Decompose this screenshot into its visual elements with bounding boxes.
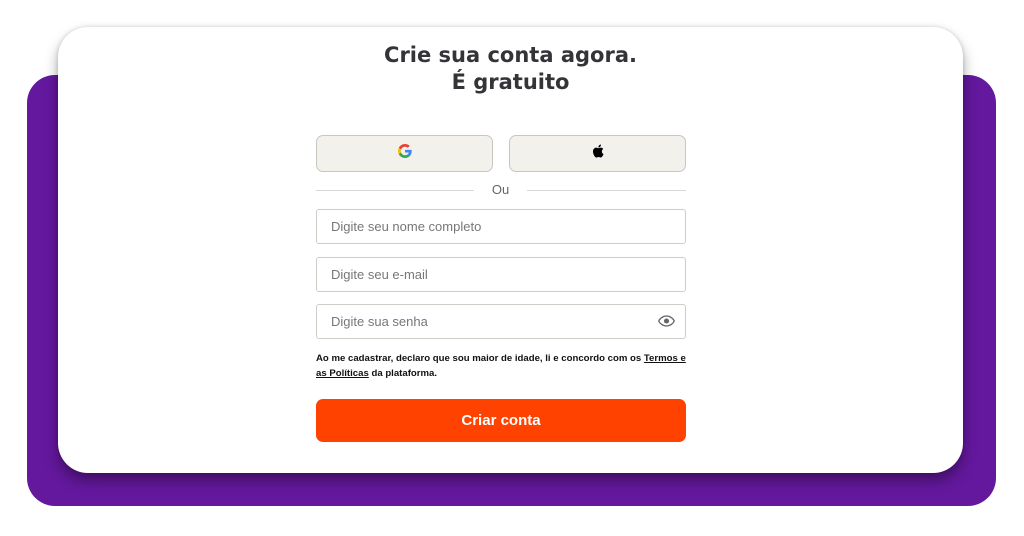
email-placeholder: Digite seu e-mail <box>331 267 428 282</box>
terms-notice: Ao me cadastrar, declaro que sou maior d… <box>316 351 688 381</box>
google-signin-button[interactable] <box>316 135 493 172</box>
terms-prefix: Ao me cadastrar, declaro que sou maior d… <box>316 353 644 364</box>
page-title-line1: Crie sua conta agora. <box>384 43 637 67</box>
divider-line-left <box>316 190 474 191</box>
divider-line-right <box>527 190 686 191</box>
password-field[interactable]: Digite sua senha <box>316 304 686 339</box>
page-title-line2: É gratuito <box>451 70 570 94</box>
signup-card: Crie sua conta agora. É gratuito Ou Digi… <box>58 27 963 473</box>
full-name-field[interactable]: Digite seu nome completo <box>316 209 686 244</box>
google-icon <box>397 144 412 163</box>
apple-icon <box>592 144 604 163</box>
full-name-placeholder: Digite seu nome completo <box>331 219 482 234</box>
password-placeholder: Digite sua senha <box>331 314 428 329</box>
terms-suffix: da plataforma. <box>368 368 438 379</box>
eye-icon[interactable] <box>658 314 675 328</box>
email-field[interactable]: Digite seu e-mail <box>316 257 686 292</box>
divider-or-label: Ou <box>491 182 510 197</box>
apple-signin-button[interactable] <box>509 135 686 172</box>
signup-stage: Crie sua conta agora. É gratuito Ou Digi… <box>0 0 1024 536</box>
create-account-button[interactable]: Criar conta <box>316 399 686 442</box>
